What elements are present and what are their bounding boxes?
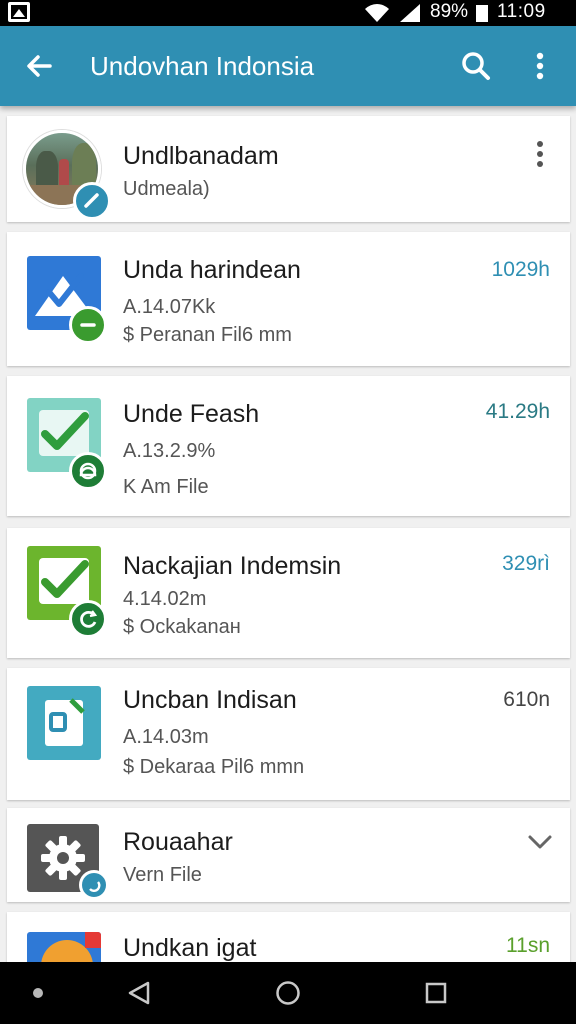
app-name: Undkan igat [123, 934, 257, 962]
app-name: Unda harindean [123, 256, 301, 284]
chevron-down-icon[interactable] [526, 832, 554, 852]
app-detail: $ Ockakanaн [123, 616, 241, 638]
app-detail: $ Dekaraa Pil6 mmn [123, 756, 305, 778]
app-bar: Undovhan Indonsia [0, 26, 576, 106]
battery-icon [476, 5, 488, 22]
back-nav-icon[interactable] [126, 980, 152, 1006]
app-icon [27, 686, 101, 760]
battery-percent: 89% [430, 1, 469, 22]
app-name: Uncban Indisan [123, 686, 297, 714]
app-list-item[interactable]: Nackajian Indemsin 4.14.02m $ Ockakanaн … [7, 528, 570, 658]
app-version: A.14.07Kk [123, 296, 216, 318]
app-detail: $ Peranan Fil6 mm [123, 324, 292, 346]
signal-icon [400, 4, 420, 22]
navigation-bar [0, 962, 576, 1024]
app-version: A.13.2.9% [123, 440, 216, 462]
app-size: 41.29h [485, 400, 550, 423]
sync-badge-icon [79, 870, 109, 900]
app-list-item[interactable]: Unde Feash A.13.2.9% K Am File 41.29h [7, 376, 570, 516]
account-name: Undlbanadam [123, 142, 279, 170]
arrow-back-icon[interactable] [22, 48, 58, 84]
app-list-item[interactable]: Unda harindean A.14.07Kk $ Peranan Fil6 … [7, 232, 570, 366]
app-size: 1029h [491, 258, 550, 281]
status-bar: 89% 11:09 [0, 0, 576, 26]
recents-nav-icon[interactable] [424, 981, 448, 1005]
app-name: Rouaahar [123, 828, 233, 856]
app-detail: K Am File [123, 476, 209, 498]
account-card[interactable]: Undlbanadam Udmeala) [7, 116, 570, 222]
android-badge-icon [69, 452, 107, 490]
app-size: 11sn [506, 934, 550, 957]
refresh-badge-icon [69, 600, 107, 638]
app-version: 4.14.02m [123, 588, 207, 610]
home-nav-icon[interactable] [275, 980, 301, 1006]
gallery-notification-icon [8, 2, 30, 22]
more-vert-icon[interactable] [528, 138, 552, 172]
app-name: Nackajian Indemsin [123, 552, 342, 580]
update-badge-icon [69, 306, 107, 344]
app-size: 329rì [502, 552, 550, 575]
account-subtitle: Udmeala) [123, 178, 210, 200]
app-size: 610n [503, 688, 550, 711]
app-name: Unde Feash [123, 400, 260, 428]
clock: 11:09 [497, 1, 546, 22]
more-vert-icon[interactable] [526, 48, 554, 84]
app-list-item[interactable]: Uncban Indisan A.14.03m $ Dekaraa Pil6 m… [7, 668, 570, 800]
edit-badge-icon [73, 182, 111, 220]
wifi-icon [365, 4, 389, 22]
search-icon[interactable] [458, 48, 494, 84]
app-detail: Vern File [123, 864, 202, 886]
app-version: A.14.03m [123, 726, 209, 748]
page-title: Undovhan Indonsia [90, 51, 315, 81]
notification-dot-icon [33, 988, 43, 998]
app-list-item[interactable]: Rouaahar Vern File [7, 808, 570, 902]
